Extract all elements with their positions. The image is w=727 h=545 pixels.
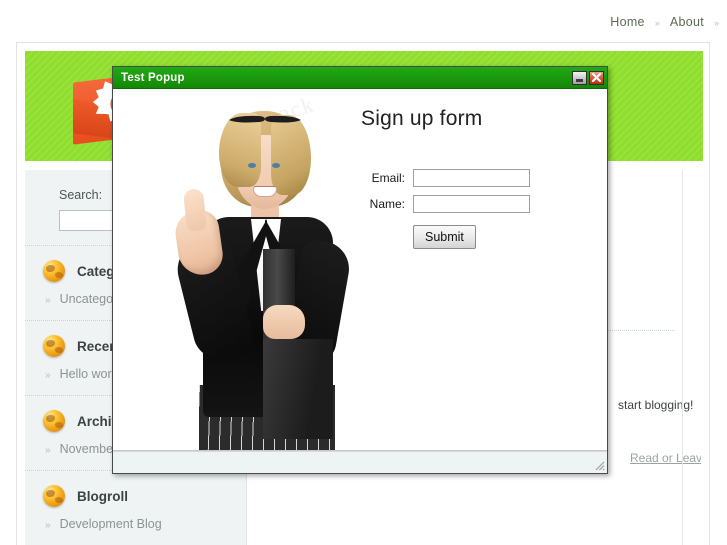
form-row-name: Name:: [361, 195, 591, 213]
popup-title: Test Popup: [121, 71, 185, 84]
widget-title-label: Blogroll: [77, 488, 128, 504]
screen: Home » About » Search: » Uncategorized R…: [0, 0, 727, 545]
nav-item-home[interactable]: Home: [600, 15, 655, 29]
form-row-email: Email:: [361, 169, 591, 187]
popup-body: stock Sign up form Email: Name: Submit: [113, 89, 607, 451]
submit-button[interactable]: Submit: [413, 225, 476, 249]
photo-folder-body: [263, 339, 333, 439]
photo-hand-right: [263, 305, 305, 339]
photo-thumb: [182, 188, 208, 232]
woman-thumbs-up-photo: stock: [159, 89, 373, 450]
bullet-icon: »: [45, 445, 51, 456]
minimize-icon[interactable]: [572, 70, 587, 85]
read-or-leave-comments-link[interactable]: Read or Leave Comments: [630, 451, 701, 465]
bullet-icon: »: [45, 295, 51, 306]
bullet-icon: »: [45, 370, 51, 381]
widget-blogroll: Blogroll » Development Blog: [25, 471, 246, 545]
form-actions: Submit: [413, 225, 591, 249]
globe-icon: [43, 335, 65, 357]
sunglasses-icon: [229, 115, 301, 123]
nav-separator-2: »: [713, 17, 719, 28]
photo-eye-right: [272, 163, 280, 168]
signup-form: Sign up form Email: Name: Submit: [361, 107, 591, 249]
email-label: Email:: [371, 171, 405, 185]
email-field[interactable]: [413, 169, 530, 187]
photo-smile: [253, 186, 277, 197]
globe-icon: [43, 485, 65, 507]
nav-item-about[interactable]: About: [660, 15, 714, 29]
top-navigation: Home » About »: [600, 11, 719, 33]
sidebar-link-label: Development Blog: [59, 517, 162, 531]
sidebar-link-development-blog[interactable]: » Development Blog: [43, 517, 230, 531]
name-field[interactable]: [413, 195, 530, 213]
nav-separator: »: [654, 17, 660, 28]
popup-titlebar[interactable]: Test Popup: [113, 67, 607, 89]
bullet-icon: »: [45, 520, 51, 531]
photo-eye-left: [248, 163, 256, 168]
popup-statusbar: [113, 451, 607, 473]
form-heading: Sign up form: [361, 107, 483, 130]
widget-title-blogroll: Blogroll: [43, 485, 230, 507]
content-right-rule: [682, 170, 683, 545]
resize-grip-icon[interactable]: [591, 457, 605, 471]
globe-icon: [43, 260, 65, 282]
name-label: Name:: [369, 197, 405, 211]
popup-window: Test Popup stock Sign up form Email: Nam…: [112, 66, 608, 474]
close-icon[interactable]: [589, 70, 604, 85]
globe-icon: [43, 410, 65, 432]
